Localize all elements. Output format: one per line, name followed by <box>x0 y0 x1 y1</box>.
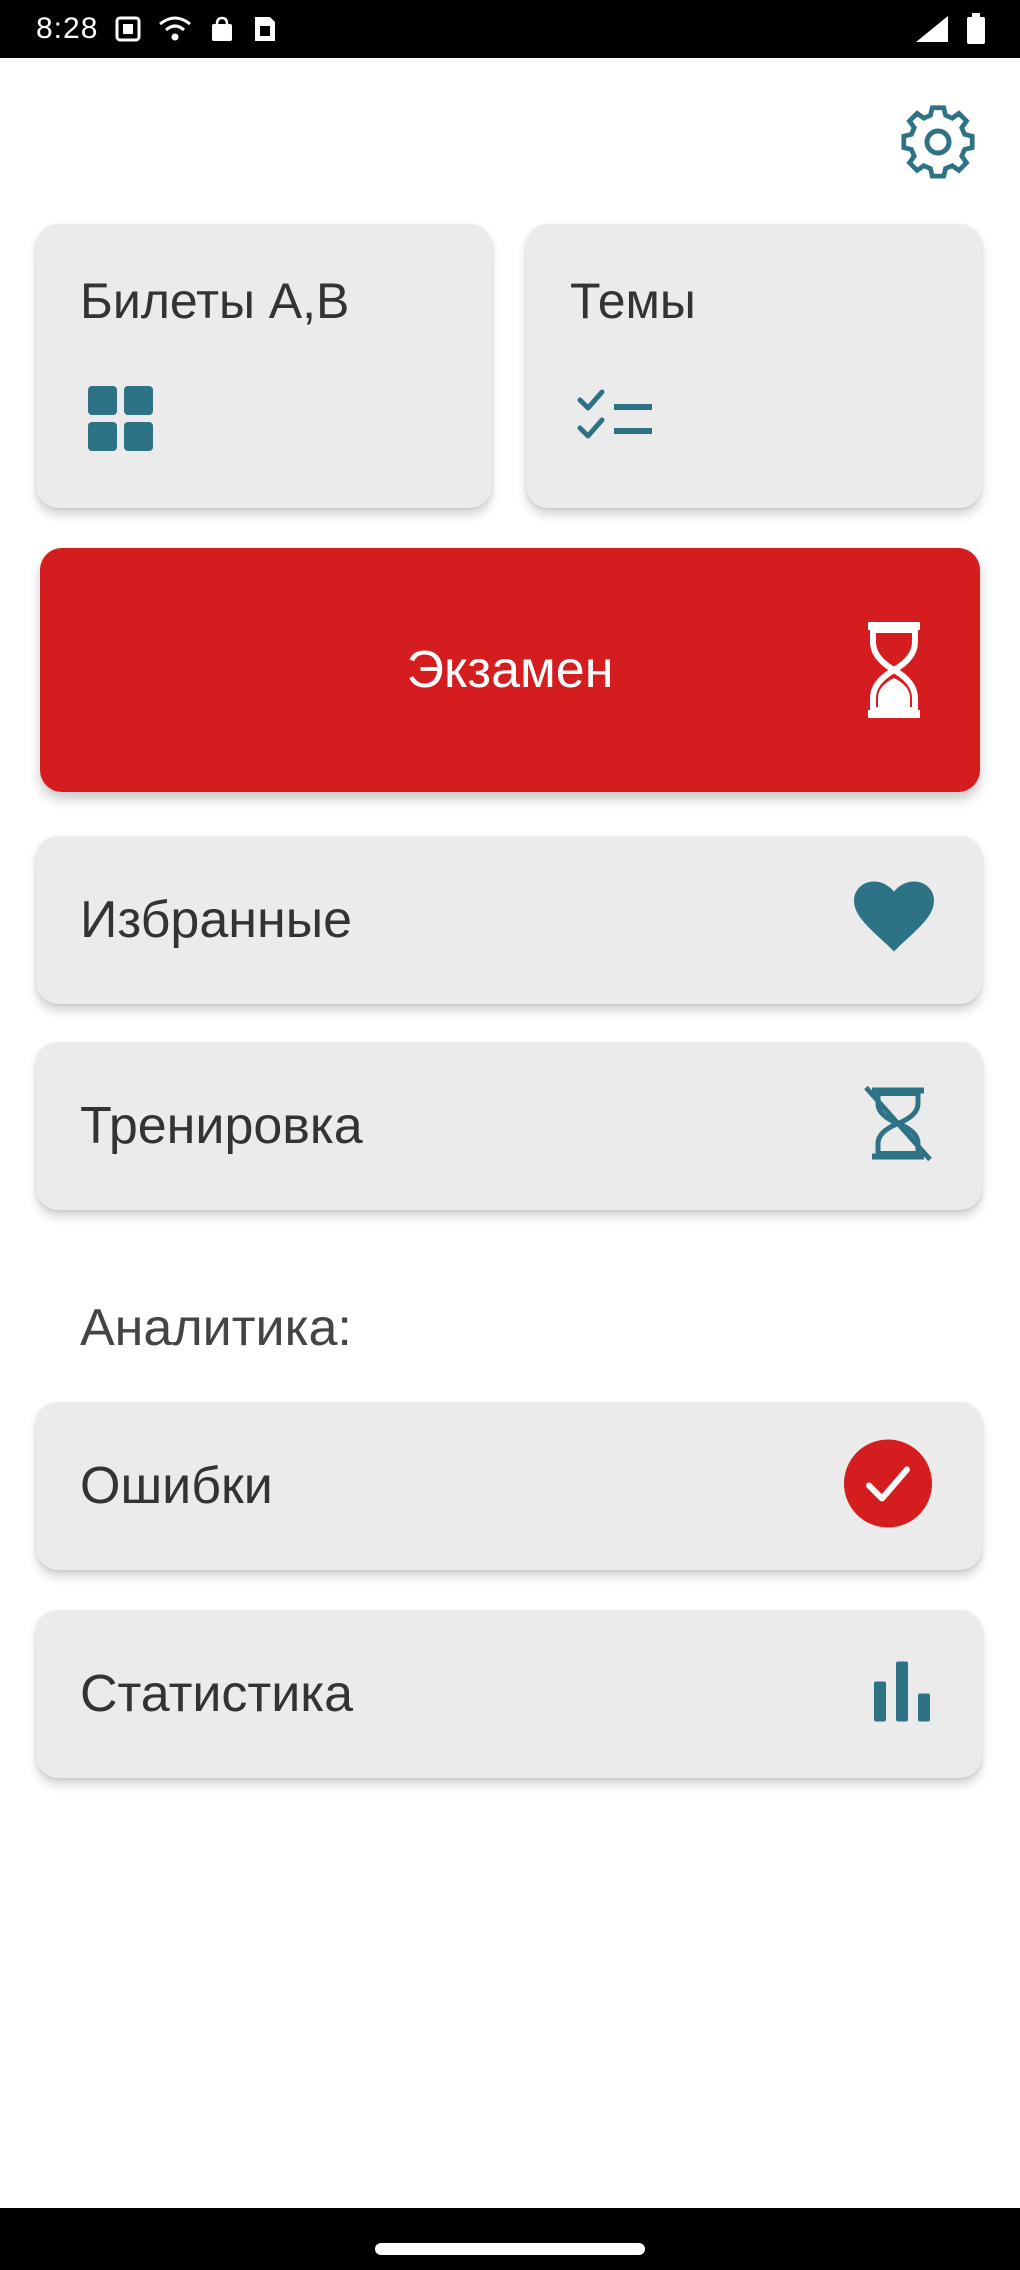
training-button[interactable]: Тренировка <box>36 1042 982 1210</box>
hourglass-disabled-icon <box>862 1084 934 1169</box>
statistics-label: Статистика <box>80 1665 354 1723</box>
main-screen: 8:28 Билеты А,В Темы Экзамен Избранные Т… <box>0 0 1020 2270</box>
home-indicator[interactable] <box>375 2243 645 2255</box>
status-time: 8:28 <box>36 12 99 45</box>
wifi-icon <box>158 15 192 43</box>
hourglass-icon <box>864 620 924 725</box>
bag-icon <box>208 15 236 43</box>
bar-chart-icon <box>870 1660 934 1729</box>
battery-icon <box>966 13 986 45</box>
status-bar-left: 8:28 <box>36 12 278 46</box>
errors-label: Ошибки <box>80 1457 273 1515</box>
favorites-label: Избранные <box>80 891 352 949</box>
navigation-bar <box>0 2208 1020 2270</box>
tickets-tile[interactable]: Билеты А,В <box>36 224 492 508</box>
check-circle-icon <box>842 1438 934 1535</box>
topics-tile[interactable]: Темы <box>526 224 982 508</box>
sim-icon <box>252 15 278 43</box>
signal-icon <box>914 14 950 44</box>
grid-icon <box>86 384 156 459</box>
statistics-button[interactable]: Статистика <box>36 1610 982 1778</box>
training-label: Тренировка <box>80 1097 363 1155</box>
exam-label: Экзамен <box>406 641 614 699</box>
topics-label: Темы <box>570 273 696 329</box>
favorites-button[interactable]: Избранные <box>36 836 982 1004</box>
exam-button[interactable]: Экзамен <box>40 548 980 792</box>
analytics-section-label: Аналитика: <box>80 1299 352 1357</box>
errors-button[interactable]: Ошибки <box>36 1402 982 1570</box>
heart-icon <box>854 881 934 959</box>
screenshot-icon <box>114 15 142 43</box>
status-bar-right <box>914 13 986 45</box>
status-bar: 8:28 <box>0 0 1020 58</box>
settings-button[interactable] <box>898 104 978 184</box>
checklist-icon <box>576 384 656 459</box>
gear-icon <box>898 102 978 187</box>
tickets-label: Билеты А,В <box>80 273 350 329</box>
